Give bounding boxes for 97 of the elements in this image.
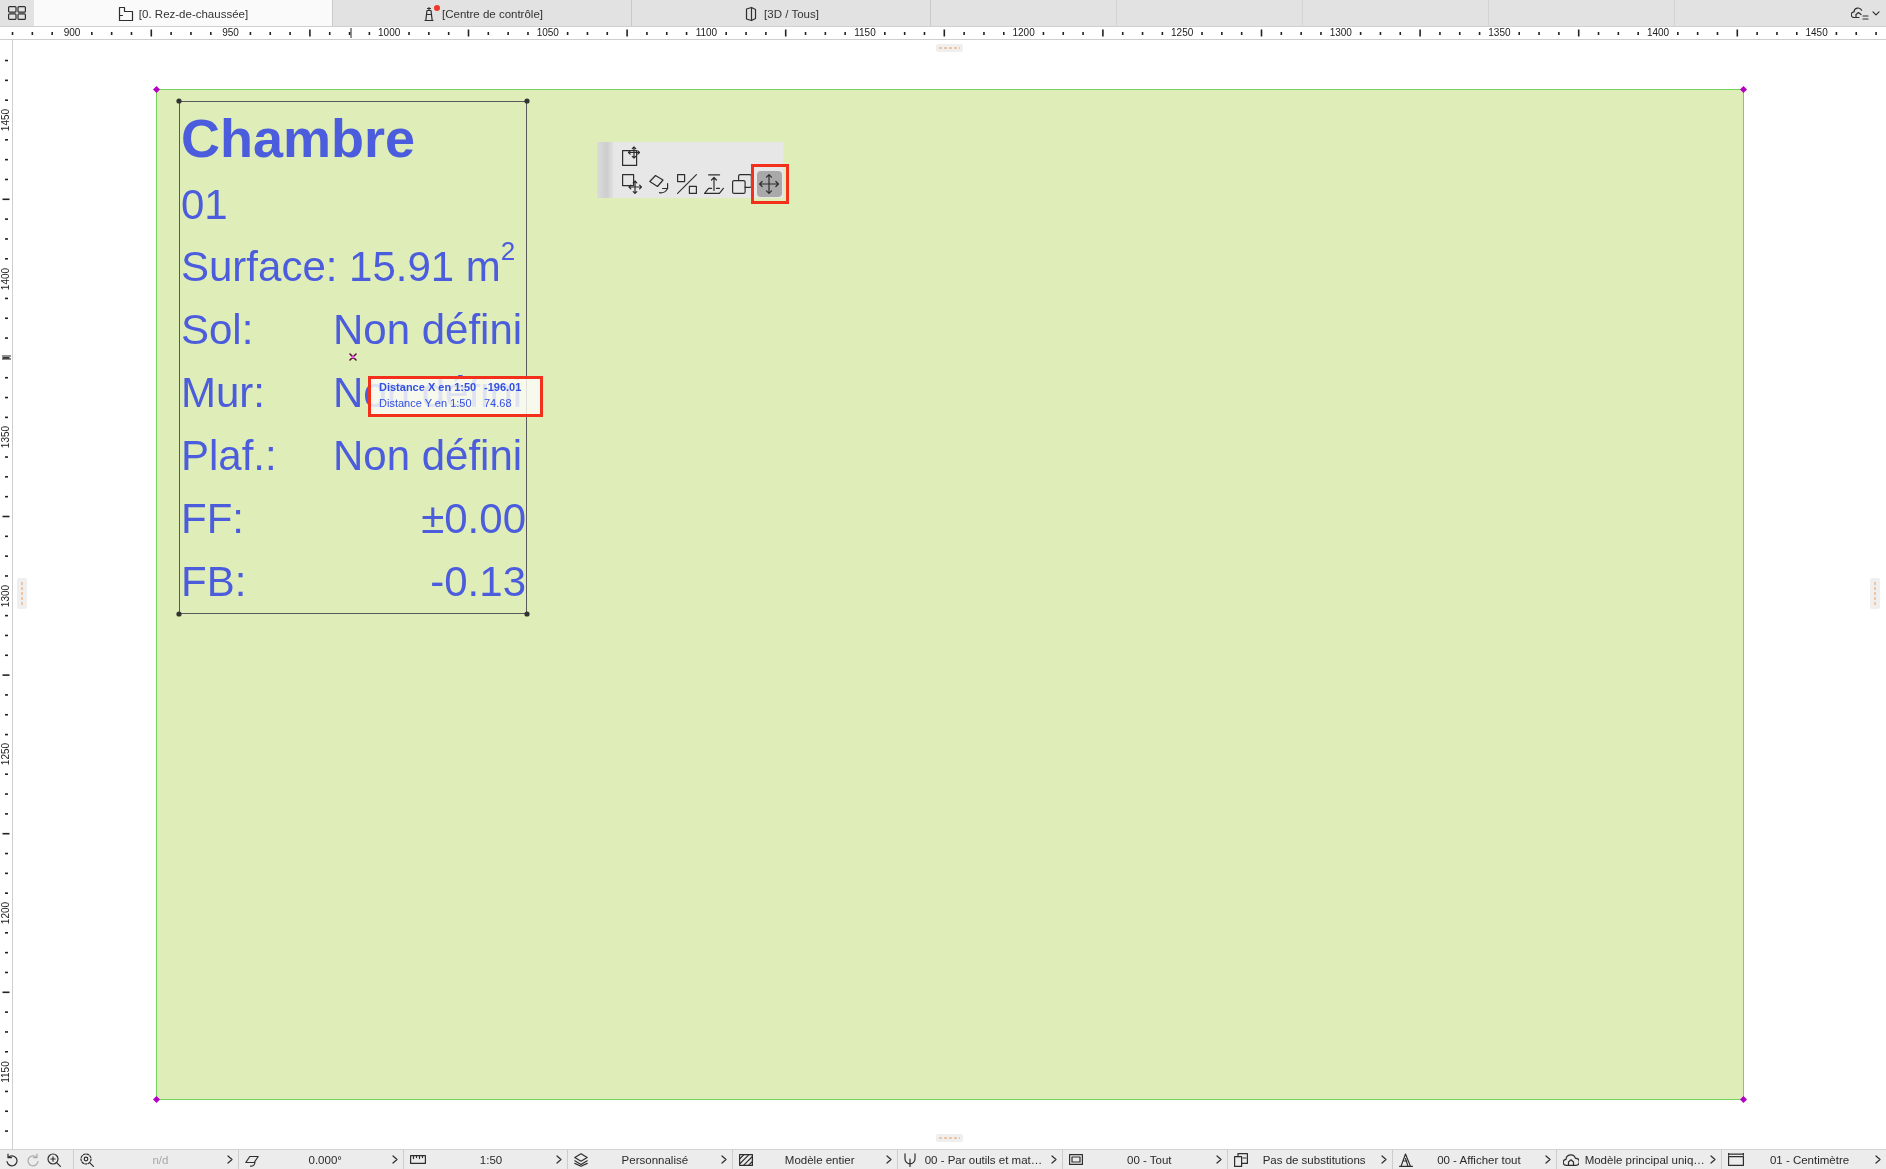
square-move-icon <box>621 146 642 166</box>
status-dropdown[interactable]: 00 - Tout <box>1061 1150 1227 1169</box>
cloud-house-icon[interactable] <box>1851 6 1869 20</box>
field-label: FB: <box>181 557 248 606</box>
frame-icon <box>1068 1154 1083 1165</box>
vertex-icon <box>153 86 160 93</box>
vertex-icon <box>1740 1096 1747 1103</box>
ruler-label: 900 <box>63 27 81 39</box>
ruler-label: 1450 <box>1 108 11 132</box>
chevron-icon <box>226 1155 233 1164</box>
tool-button[interactable] <box>729 171 754 197</box>
tool-button[interactable] <box>619 171 644 197</box>
chevron-icon <box>1710 1155 1717 1164</box>
square-move-icon <box>621 174 642 194</box>
field-label: FF: <box>181 494 245 543</box>
cross-marker-icon <box>349 353 357 361</box>
elevate-icon <box>704 174 724 194</box>
ruler-label: 1050 <box>536 27 559 39</box>
ruler-label: 1350 <box>1488 27 1511 39</box>
lighthouse-icon <box>421 6 437 22</box>
cloud-house-icon <box>1563 1152 1580 1167</box>
edge-handle-icon[interactable] <box>17 578 27 609</box>
status-dropdown[interactable]: 00 - Afficher tout <box>1391 1150 1557 1169</box>
chevron-icon <box>1874 1155 1881 1164</box>
ruler-label: 1000 <box>378 27 401 39</box>
tool-button[interactable] <box>674 171 699 197</box>
ruler-label: 1400 <box>1 267 11 290</box>
handle-dot-icon <box>176 611 182 617</box>
vertex-icon <box>153 1096 160 1103</box>
grid-icon[interactable] <box>8 6 26 20</box>
documents-icon <box>1233 1152 1248 1167</box>
tool-button[interactable] <box>701 171 727 197</box>
chevron-icon <box>1050 1155 1057 1164</box>
ruler-label: 1200 <box>1012 27 1035 39</box>
status-dropdown[interactable]: Modèle entier <box>732 1150 898 1169</box>
view-tab[interactable]: [3D / Tous] <box>632 0 931 26</box>
ruler-label: 1250 <box>1 743 11 766</box>
hatch-icon <box>739 1153 754 1166</box>
layers-icon <box>574 1152 589 1167</box>
status-dropdown[interactable]: Personnalisé <box>567 1150 733 1169</box>
move-icon <box>759 174 779 194</box>
field-value: ±0.00 <box>421 494 526 543</box>
field-label: Sol: <box>181 305 255 354</box>
chevron-icon <box>1215 1155 1222 1164</box>
chevron-icon <box>721 1155 728 1164</box>
status-dropdown[interactable]: 00 - Par outils et mat… <box>897 1150 1062 1169</box>
ruler-label: 1150 <box>854 27 876 39</box>
ruler-label: 1300 <box>1329 27 1352 39</box>
zoom-in-icon[interactable] <box>47 1152 61 1167</box>
floor-plan-icon <box>117 6 134 22</box>
chevron-icon <box>1380 1155 1387 1164</box>
field-value: -0.13 <box>430 557 526 606</box>
ruler-label: 1450 <box>1805 27 1828 39</box>
status-dropdown[interactable]: Pas de substitutions <box>1226 1150 1392 1169</box>
status-dropdown[interactable]: 1:50 <box>402 1150 568 1169</box>
diagonal-squares-icon <box>676 174 697 194</box>
building-icon <box>1398 1152 1413 1167</box>
zoom-area-icon <box>80 1152 94 1167</box>
edge-handle-icon[interactable] <box>1870 578 1880 609</box>
ruler-label: 1400 <box>1646 27 1670 39</box>
caret-icon[interactable] <box>1872 10 1880 16</box>
chevron-icon <box>391 1155 398 1164</box>
edge-handle-icon[interactable] <box>936 44 963 52</box>
ruler-icon <box>409 1155 426 1164</box>
stacked-squares-icon <box>731 174 752 194</box>
chevron-icon <box>556 1155 563 1164</box>
pen-nib-icon <box>904 1152 917 1167</box>
palette-grip[interactable] <box>597 142 613 198</box>
ruler-label: 1200 <box>1 901 11 925</box>
edge-handle-icon[interactable] <box>936 1134 963 1142</box>
undo-icon[interactable] <box>5 1152 19 1167</box>
ruler-label: 1300 <box>1 584 11 607</box>
field-label: Plaf.: <box>181 431 278 480</box>
ruler-label: 1250 <box>1171 27 1194 39</box>
field-value: Non défini <box>333 305 524 354</box>
handle-dot-icon <box>176 98 182 104</box>
dimension-icon <box>1728 1153 1745 1166</box>
room-name: Chambre <box>181 107 417 170</box>
handle-dot-icon <box>524 98 530 104</box>
ruler-label: 950 <box>222 27 239 39</box>
chevron-icon <box>1545 1155 1552 1164</box>
room-number: 01 <box>181 180 229 230</box>
rotate-icon <box>649 174 669 194</box>
status-dropdown[interactable]: 01 - Centimètre <box>1721 1150 1886 1169</box>
view-tab[interactable]: [0. Rez-de-chaussée] <box>34 0 333 26</box>
vertex-icon <box>1740 86 1747 93</box>
status-dropdown[interactable]: Modèle principal uniq… <box>1556 1150 1722 1169</box>
ruler-label: 1100 <box>695 27 718 39</box>
field-value: Non défini <box>333 431 524 480</box>
ruler-label: 1350 <box>1 426 11 449</box>
view-tab[interactable]: [Centre de contrôle] <box>333 0 632 26</box>
status-dropdown[interactable]: 0.000° <box>237 1150 403 1169</box>
handle-dot-icon <box>524 611 530 617</box>
room-area: Surface: 15.91 m$^{2}$ <box>181 236 526 298</box>
field-label: Mur: <box>181 368 266 417</box>
ruler-label: 1150 <box>1 1060 11 1083</box>
chevron-icon <box>886 1155 893 1164</box>
